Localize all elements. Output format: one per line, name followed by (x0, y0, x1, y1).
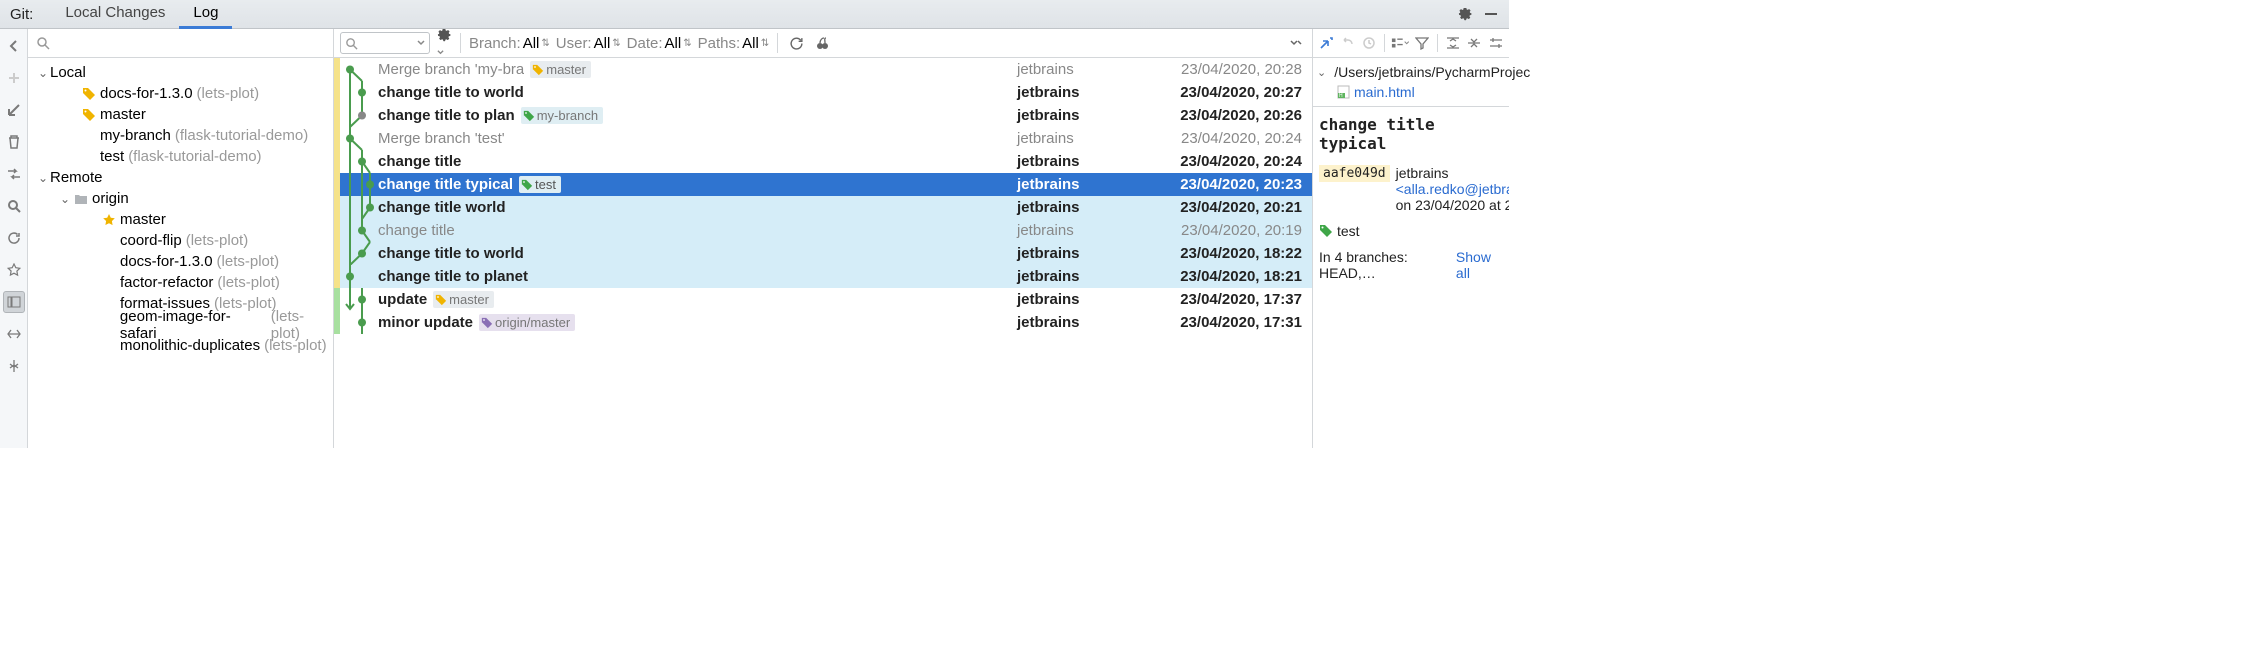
details-toolbar (1313, 29, 1509, 58)
commit-row[interactable]: change title to worldjetbrains23/04/2020… (334, 242, 1312, 265)
toolwindow-title: Git: (10, 6, 33, 23)
log-filterbar: Branch: All⇅ User: All⇅ Date: All⇅ Paths… (334, 29, 1312, 58)
branch-item[interactable]: monolithic-duplicates(lets-plot) (28, 335, 333, 356)
commits-list: Merge branch 'my-bramasterjetbrains23/04… (334, 58, 1312, 448)
commit-row[interactable]: Merge branch 'test'jetbrains23/04/2020, … (334, 127, 1312, 150)
chevron-down-icon (417, 39, 425, 47)
search-icon (36, 36, 50, 50)
commit-row[interactable]: change title to planmy-branchjetbrains23… (334, 104, 1312, 127)
commit-author: jetbrains (1396, 165, 1449, 181)
log-settings-icon[interactable] (436, 27, 452, 60)
branch-item[interactable]: master (28, 104, 333, 125)
branches-panel: ⌄Localdocs-for-1.3.0(lets-plot)mastermy-… (28, 29, 334, 448)
undo-icon[interactable] (1339, 34, 1357, 52)
commit-branch-tag: test (1319, 223, 1503, 239)
branch-item[interactable]: docs-for-1.3.0(lets-plot) (28, 251, 333, 272)
branch-item[interactable]: master (28, 209, 333, 230)
filter-paths[interactable]: Paths: All⇅ (698, 35, 770, 52)
commit-row[interactable]: minor updateorigin/masterjetbrains23/04/… (334, 311, 1312, 334)
file-path: /Users/jetbrains/PycharmProjec (1334, 64, 1530, 80)
commit-row[interactable]: change titlejetbrains23/04/2020, 20:19 (334, 219, 1312, 242)
branches-search[interactable] (28, 29, 333, 58)
search-icon[interactable] (3, 195, 25, 217)
layout-icon[interactable] (3, 291, 25, 313)
filter-branch[interactable]: Branch: All⇅ (469, 35, 550, 52)
commit-row[interactable]: change title to planetjetbrains23/04/202… (334, 265, 1312, 288)
file-name: main.html (1354, 84, 1415, 100)
commit-email[interactable]: <alla.redko@jetbrains.com> (1396, 181, 1509, 197)
branch-item[interactable]: docs-for-1.3.0(lets-plot) (28, 83, 333, 104)
branch-item[interactable]: ⌄origin (28, 188, 333, 209)
commit-row[interactable]: updatemasterjetbrains23/04/2020, 17:37 (334, 288, 1312, 311)
group-icon[interactable] (1391, 34, 1409, 52)
more-icon[interactable] (1286, 33, 1306, 53)
settings2-icon[interactable] (1487, 34, 1505, 52)
filter-date[interactable]: Date: All⇅ (627, 35, 692, 52)
branch-item[interactable]: ⌄Remote (28, 167, 333, 188)
compare-icon[interactable] (3, 163, 25, 185)
expand-all-icon[interactable] (1444, 34, 1462, 52)
collapse-all-icon[interactable] (1466, 34, 1484, 52)
html-file-icon: H (1337, 85, 1350, 99)
goto-source-icon[interactable] (1317, 34, 1335, 52)
star-icon[interactable] (3, 259, 25, 281)
commit-date: on 23/04/2020 at 20:23 (1396, 197, 1509, 213)
filter-user[interactable]: User: All⇅ (556, 35, 621, 52)
toolwindow-header: Git: Local Changes Log (0, 0, 1509, 29)
branches-summary: In 4 branches: HEAD,… (1319, 249, 1452, 281)
collapse-icon[interactable] (3, 355, 25, 377)
log-panel: Branch: All⇅ User: All⇅ Date: All⇅ Paths… (334, 29, 1313, 448)
add-icon[interactable] (3, 67, 25, 89)
commit-title: change title typical (1319, 115, 1503, 153)
settings-gear-icon[interactable] (1455, 4, 1475, 24)
details-panel: ⌄ /Users/jetbrains/PycharmProjec H main.… (1313, 29, 1509, 448)
tab-local-changes[interactable]: Local Changes (51, 0, 179, 29)
log-search-input[interactable] (340, 32, 430, 54)
branch-item[interactable]: my-branch(flask-tutorial-demo) (28, 125, 333, 146)
refresh-icon[interactable] (3, 227, 25, 249)
cherry-pick-icon[interactable] (812, 33, 832, 53)
download-icon[interactable] (3, 99, 25, 121)
expand-icon[interactable] (3, 323, 25, 345)
show-all-link[interactable]: Show all (1456, 249, 1503, 281)
tab-log[interactable]: Log (179, 0, 232, 29)
refresh-log-icon[interactable] (786, 33, 806, 53)
filter-icon[interactable] (1413, 34, 1431, 52)
header-tabs: Local Changes Log (51, 0, 232, 29)
tag-icon (1319, 224, 1333, 238)
back-icon[interactable] (3, 35, 25, 57)
svg-text:H: H (1339, 93, 1343, 99)
commit-details: change title typical aafe049d jetbrains … (1313, 107, 1509, 448)
commit-row[interactable]: change titlejetbrains23/04/2020, 20:24 (334, 150, 1312, 173)
branch-item[interactable]: test(flask-tutorial-demo) (28, 146, 333, 167)
commit-row[interactable]: change title worldjetbrains23/04/2020, 2… (334, 196, 1312, 219)
delete-icon[interactable] (3, 131, 25, 153)
history-icon[interactable] (1360, 34, 1378, 52)
changed-file[interactable]: H main.html (1315, 82, 1507, 102)
left-gutter (0, 29, 28, 448)
branch-item[interactable]: factor-refactor(lets-plot) (28, 272, 333, 293)
branch-item[interactable]: ⌄Local (28, 62, 333, 83)
commit-row[interactable]: change title to worldjetbrains23/04/2020… (334, 81, 1312, 104)
branches-tree: ⌄Localdocs-for-1.3.0(lets-plot)mastermy-… (28, 58, 333, 448)
commit-row[interactable]: Merge branch 'my-bramasterjetbrains23/04… (334, 58, 1312, 81)
minimize-icon[interactable] (1481, 4, 1501, 24)
branch-item[interactable]: coord-flip(lets-plot) (28, 230, 333, 251)
branch-item[interactable]: geom-image-for-safari(lets-plot) (28, 314, 333, 335)
file-tree-root[interactable]: ⌄ /Users/jetbrains/PycharmProjec (1315, 62, 1507, 82)
changed-files: ⌄ /Users/jetbrains/PycharmProjec H main.… (1313, 58, 1509, 107)
commit-row[interactable]: change title typicaltestjetbrains23/04/2… (334, 173, 1312, 196)
commit-hash[interactable]: aafe049d (1319, 165, 1390, 182)
